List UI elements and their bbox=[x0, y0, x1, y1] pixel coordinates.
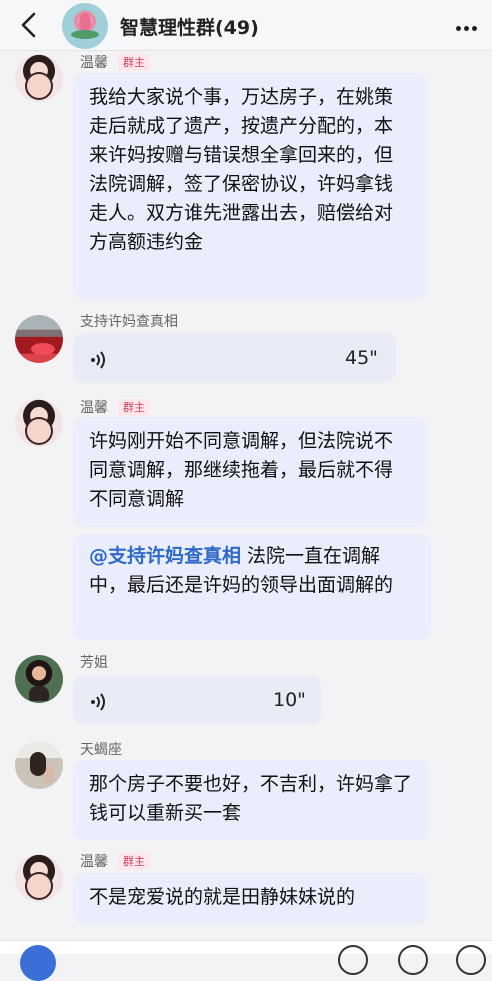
voice-message[interactable]: 45" bbox=[73, 333, 396, 383]
sender-name: 支持许妈查真相 bbox=[80, 314, 178, 330]
sender-name: 温馨 bbox=[80, 400, 108, 416]
avatar[interactable] bbox=[15, 854, 63, 902]
message-list[interactable]: 温馨 群主 我给大家说个事，万达房子，在姚策走后就成了遗产，按遗产分配的，本来许妈… bbox=[0, 51, 492, 939]
add-icon[interactable] bbox=[456, 945, 486, 975]
composer-bar bbox=[0, 940, 492, 981]
sender-name-row: 温馨 群主 bbox=[80, 851, 150, 870]
group-owner-badge: 群主 bbox=[118, 853, 150, 870]
sender-name-row: 支持许妈查真相 bbox=[80, 311, 178, 330]
back-chevron-icon[interactable] bbox=[16, 11, 42, 39]
voice-duration: 10" bbox=[273, 689, 306, 711]
voice-wave-icon bbox=[91, 693, 105, 711]
voice-message[interactable]: 10" bbox=[73, 675, 321, 725]
chat-header: 智慧理性群(49) bbox=[0, 0, 492, 51]
mention-link[interactable]: @支持许妈查真相 bbox=[89, 545, 241, 567]
message-bubble[interactable]: 许妈刚开始不同意调解，但法院说不同意调解，那继续拖着，最后就不得不同意调解 bbox=[73, 417, 427, 527]
avatar[interactable] bbox=[15, 399, 63, 447]
group-avatar[interactable] bbox=[62, 3, 108, 49]
message-text: 我给大家说个事，万达房子，在姚策走后就成了遗产，按遗产分配的，本来许妈按赠与错误… bbox=[89, 86, 394, 253]
message-bubble[interactable]: 我给大家说个事，万达房子，在姚策走后就成了遗产，按遗产分配的，本来许妈按赠与错误… bbox=[73, 73, 427, 299]
avatar[interactable] bbox=[15, 655, 63, 703]
group-owner-badge: 群主 bbox=[118, 54, 150, 71]
group-title[interactable]: 智慧理性群(49) bbox=[120, 13, 259, 40]
message-bubble[interactable]: @支持许妈查真相 法院一直在调解中，最后还是许妈的领导出面调解的 bbox=[73, 534, 431, 640]
message-text: 不是宠爱说的就是田静妹妹说的 bbox=[89, 886, 356, 908]
sender-name: 天蝎座 bbox=[80, 742, 122, 758]
sender-name: 温馨 bbox=[80, 55, 108, 71]
group-owner-badge: 群主 bbox=[118, 399, 150, 416]
plus-icon[interactable] bbox=[20, 945, 56, 981]
message-text: 那个房子不要也好，不吉利，许妈拿了钱可以重新买一套 bbox=[89, 773, 413, 824]
sender-name-row: 温馨 群主 bbox=[80, 52, 150, 71]
sender-name: 温馨 bbox=[80, 854, 108, 870]
sender-name-row: 天蝎座 bbox=[80, 739, 122, 758]
emoji-icon[interactable] bbox=[398, 945, 428, 975]
voice-duration: 45" bbox=[345, 347, 378, 369]
avatar[interactable] bbox=[15, 741, 63, 789]
voice-input-icon[interactable] bbox=[338, 945, 368, 975]
sender-name-row: 芳姐 bbox=[80, 652, 108, 671]
more-dots-icon[interactable] bbox=[456, 16, 484, 34]
sender-name-row: 温馨 群主 bbox=[80, 397, 150, 416]
message-bubble[interactable]: 那个房子不要也好，不吉利，许妈拿了钱可以重新买一套 bbox=[73, 760, 429, 840]
message-text: 许妈刚开始不同意调解，但法院说不同意调解，那继续拖着，最后就不得不同意调解 bbox=[89, 430, 394, 510]
avatar[interactable] bbox=[15, 315, 63, 363]
sender-name: 芳姐 bbox=[80, 655, 108, 671]
voice-wave-icon bbox=[91, 351, 105, 369]
message-bubble[interactable]: 不是宠爱说的就是田静妹妹说的 bbox=[73, 873, 427, 925]
avatar[interactable] bbox=[15, 54, 63, 102]
